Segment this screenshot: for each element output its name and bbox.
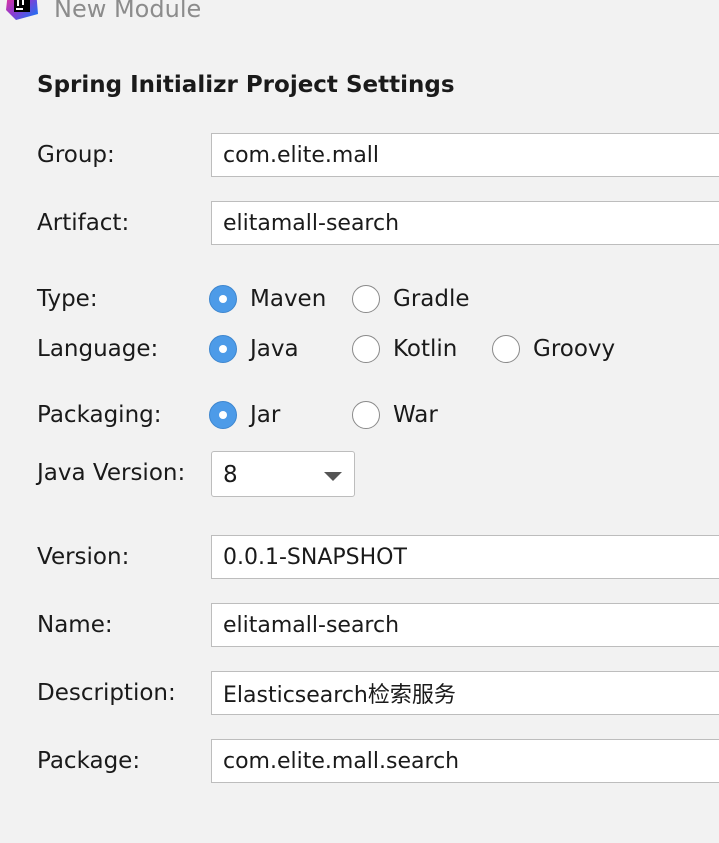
group-field-box	[211, 133, 719, 177]
package-label: Package:	[37, 748, 141, 774]
artifact-field-box	[211, 201, 719, 245]
type-label: Type:	[37, 286, 98, 312]
language-radio-java[interactable]: Java	[209, 334, 299, 364]
description-field[interactable]	[212, 672, 719, 714]
language-radio-kotlin[interactable]: Kotlin	[352, 334, 457, 364]
language-option-label: Java	[250, 336, 299, 362]
package-field-box	[211, 739, 719, 783]
type-option-label: Gradle	[393, 286, 470, 312]
name-field[interactable]	[212, 604, 719, 646]
packaging-radio-war[interactable]: War	[352, 400, 438, 430]
version-field-box	[211, 535, 719, 579]
chevron-down-icon	[324, 472, 342, 481]
group-label: Group:	[37, 142, 115, 168]
window-title: New Module	[54, 0, 202, 23]
section-title: Spring Initializr Project Settings	[37, 72, 455, 98]
radio-selected-indicator	[209, 335, 237, 363]
description-label: Description:	[37, 680, 176, 706]
packaging-label: Packaging:	[37, 402, 162, 428]
language-label: Language:	[37, 336, 159, 362]
packaging-option-label: Jar	[250, 402, 281, 428]
description-field-box	[211, 671, 719, 715]
name-field-box	[211, 603, 719, 647]
radio-unselected-indicator	[352, 401, 380, 429]
artifact-field[interactable]	[212, 202, 719, 244]
type-option-label: Maven	[250, 286, 327, 312]
type-radio-gradle[interactable]: Gradle	[352, 284, 470, 314]
language-radio-groovy[interactable]: Groovy	[492, 334, 615, 364]
version-label: Version:	[37, 544, 130, 570]
packaging-option-label: War	[393, 402, 438, 428]
package-field[interactable]	[212, 740, 719, 782]
radio-selected-indicator	[209, 285, 237, 313]
type-radio-maven[interactable]: Maven	[209, 284, 326, 314]
version-field[interactable]	[212, 536, 719, 578]
group-field[interactable]	[212, 134, 719, 176]
radio-unselected-indicator	[352, 285, 380, 313]
intellij-idea-icon	[6, 0, 38, 20]
language-option-label: Kotlin	[393, 336, 458, 362]
language-option-label: Groovy	[533, 336, 616, 362]
radio-selected-indicator	[209, 401, 237, 429]
radio-unselected-indicator	[492, 335, 520, 363]
radio-unselected-indicator	[352, 335, 380, 363]
title-bar: New Module	[0, 0, 719, 23]
name-label: Name:	[37, 612, 113, 638]
java-version-label: Java Version:	[37, 460, 186, 486]
packaging-radio-jar[interactable]: Jar	[209, 400, 280, 430]
java-version-value: 8	[223, 462, 238, 488]
artifact-label: Artifact:	[37, 210, 130, 236]
java-version-dropdown[interactable]: 8	[211, 451, 355, 497]
